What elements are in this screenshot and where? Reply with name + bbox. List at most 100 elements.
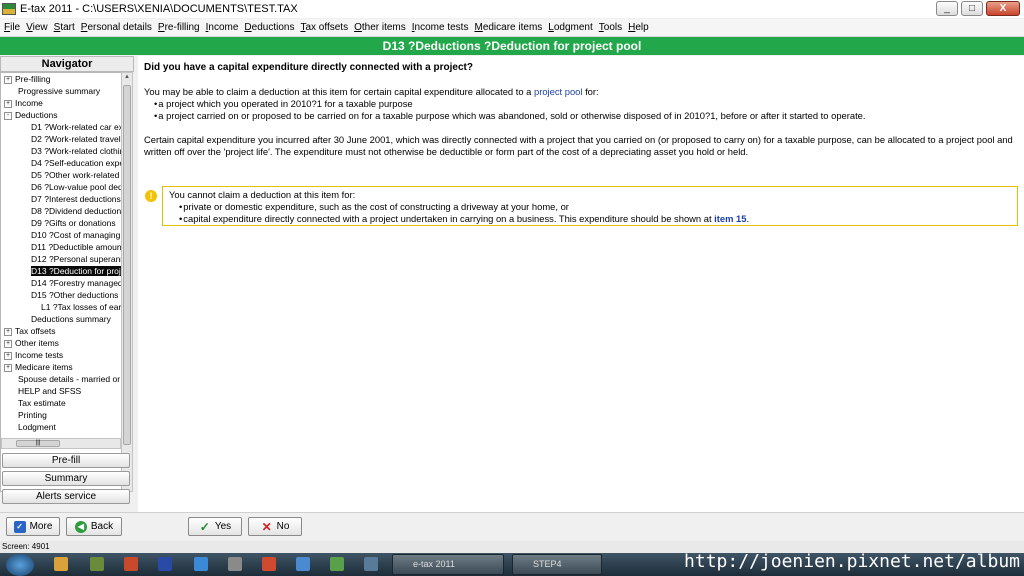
back-button[interactable]: ◀ Back bbox=[66, 517, 122, 536]
yes-label: Yes bbox=[214, 521, 232, 532]
navigator-item-label: L1 ?Tax losses of earlier bbox=[41, 302, 121, 312]
scroll-up-icon[interactable]: ▲ bbox=[122, 74, 132, 84]
navigator-vertical-scrollbar[interactable]: ▲ ▼ bbox=[121, 72, 133, 492]
alerts-service-button[interactable]: Alerts service bbox=[2, 489, 130, 504]
maximize-button[interactable]: □ bbox=[961, 1, 983, 16]
expand-icon[interactable]: + bbox=[4, 351, 12, 360]
app-window: E-tax 2011 - C:\USERS\XENIA\DOCUMENTS\TE… bbox=[0, 0, 1024, 553]
menu-lodgment[interactable]: Lodgment bbox=[548, 22, 592, 33]
navigator-item[interactable]: L1 ?Tax losses of earlier bbox=[1, 301, 121, 313]
navigator-item[interactable]: D2 ?Work-related travel expenses bbox=[1, 133, 121, 145]
app-icon[interactable] bbox=[158, 557, 172, 571]
navigator-item[interactable]: + Income bbox=[1, 97, 121, 109]
navigator-item-label: D2 ?Work-related travel expenses bbox=[31, 134, 121, 144]
navigator-item[interactable]: - Deductions bbox=[1, 109, 121, 121]
menu-help[interactable]: Help bbox=[628, 22, 649, 33]
navigator-item[interactable]: D13 ?Deduction for project pool bbox=[1, 265, 121, 277]
menu-medicare-items[interactable]: Medicare items bbox=[474, 22, 542, 33]
expand-icon[interactable]: + bbox=[4, 363, 12, 372]
navigator-item[interactable]: Progressive summary bbox=[1, 85, 121, 97]
navigator-item-label: D11 ?Deductible amount of bbox=[31, 242, 121, 252]
folder-icon[interactable] bbox=[54, 557, 68, 571]
item-15-link[interactable]: item 15 bbox=[714, 213, 746, 224]
navigator-item[interactable]: D15 ?Other deductions bbox=[1, 289, 121, 301]
more-button[interactable]: ✓ More bbox=[6, 517, 60, 536]
question-heading: Did you have a capital expenditure direc… bbox=[144, 62, 473, 73]
navigator-item[interactable]: D12 ?Personal superannuation bbox=[1, 253, 121, 265]
hscroll-thumb[interactable]: ||| bbox=[16, 440, 60, 447]
navigator-item-label: Lodgment bbox=[18, 422, 56, 432]
navigator-item[interactable]: D7 ?Interest deductions bbox=[1, 193, 121, 205]
no-button[interactable]: ✕ No bbox=[248, 517, 302, 536]
navigator-item[interactable]: D3 ?Work-related clothing bbox=[1, 145, 121, 157]
app-icon[interactable] bbox=[228, 557, 242, 571]
navigator-item[interactable]: D6 ?Low-value pool deduction bbox=[1, 181, 121, 193]
intro-paragraph: You may be able to claim a deduction at … bbox=[144, 86, 1018, 98]
navigator-item[interactable]: D5 ?Other work-related expenses bbox=[1, 169, 121, 181]
navigator-item[interactable]: D10 ?Cost of managing tax affairs bbox=[1, 229, 121, 241]
intro-bullet: a project which you operated in 2010?1 f… bbox=[144, 98, 1018, 110]
navigator-item-label: D7 ?Interest deductions bbox=[31, 194, 121, 204]
taskbar-task-step4[interactable]: STEP4 bbox=[512, 554, 602, 575]
navigator-item[interactable]: Tax estimate bbox=[1, 397, 121, 409]
navigator-item[interactable]: D1 ?Work-related car expenses bbox=[1, 121, 121, 133]
menu-deductions[interactable]: Deductions bbox=[244, 22, 294, 33]
navigator-item[interactable]: D14 ?Forestry managed investment bbox=[1, 277, 121, 289]
navigator-item-label: Pre-filling bbox=[15, 74, 51, 84]
menu-start[interactable]: Start bbox=[54, 22, 75, 33]
menu-personal-details[interactable]: Personal details bbox=[81, 22, 152, 33]
start-button-icon[interactable] bbox=[6, 554, 34, 576]
navigator-item[interactable]: + Medicare items bbox=[1, 361, 121, 373]
navigator-item[interactable]: Lodgment bbox=[1, 421, 121, 433]
navigator-item[interactable]: Printing bbox=[1, 409, 121, 421]
expand-icon[interactable]: + bbox=[4, 327, 12, 336]
media-icon[interactable] bbox=[124, 557, 138, 571]
navigator-item-label: D5 ?Other work-related expenses bbox=[31, 170, 121, 180]
menu-tax-offsets[interactable]: Tax offsets bbox=[300, 22, 348, 33]
navigator-item[interactable]: HELP and SFSS bbox=[1, 385, 121, 397]
yes-button[interactable]: ✓ Yes bbox=[188, 517, 242, 536]
navigator-item[interactable]: D11 ?Deductible amount of bbox=[1, 241, 121, 253]
navigator-panel: Navigator + Pre-filling Progressive summar… bbox=[0, 56, 134, 512]
navigator-item-label: D8 ?Dividend deductions bbox=[31, 206, 121, 216]
navigator-item-label: D13 ?Deduction for project pool bbox=[31, 266, 121, 276]
navigator-item[interactable]: D9 ?Gifts or donations bbox=[1, 217, 121, 229]
expand-icon[interactable]: + bbox=[4, 99, 12, 108]
navigator-item[interactable]: + Other items bbox=[1, 337, 121, 349]
navigator-item[interactable]: D4 ?Self-education expenses bbox=[1, 157, 121, 169]
chrome-icon[interactable] bbox=[262, 557, 276, 571]
expand-icon[interactable]: + bbox=[4, 75, 12, 84]
scroll-thumb[interactable] bbox=[123, 85, 131, 445]
back-arrow-icon: ◀ bbox=[74, 520, 87, 533]
project-pool-link[interactable]: project pool bbox=[534, 86, 582, 97]
taskbar-task-etax[interactable]: e-tax 2011 bbox=[392, 554, 504, 575]
navigator-horizontal-scrollbar[interactable]: ||| bbox=[1, 438, 121, 449]
navigator-item[interactable]: + Pre-filling bbox=[1, 73, 121, 85]
close-button[interactable]: X bbox=[986, 1, 1020, 16]
navigator-item[interactable]: Deductions summary bbox=[1, 313, 121, 325]
navigator-item[interactable]: + Income tests bbox=[1, 349, 121, 361]
menu-other-items[interactable]: Other items bbox=[354, 22, 406, 33]
navigator-item-label: D9 ?Gifts or donations bbox=[31, 218, 116, 228]
app-icon[interactable] bbox=[90, 557, 104, 571]
menu-income[interactable]: Income bbox=[206, 22, 239, 33]
minimize-button[interactable]: _ bbox=[936, 1, 958, 16]
menu-income-tests[interactable]: Income tests bbox=[412, 22, 469, 33]
expand-icon[interactable]: + bbox=[4, 339, 12, 348]
menu-pre-filling[interactable]: Pre-filling bbox=[158, 22, 200, 33]
collapse-icon[interactable]: - bbox=[4, 111, 12, 120]
app-icon[interactable] bbox=[364, 557, 378, 571]
pre-fill-button[interactable]: Pre-fill bbox=[2, 453, 130, 468]
no-label: No bbox=[276, 521, 290, 532]
navigator-item[interactable]: Spouse details - married or de facto bbox=[1, 373, 121, 385]
skype-icon[interactable] bbox=[194, 557, 208, 571]
bottom-button-bar: ✓ More ◀ Back ✓ Yes ✕ No bbox=[0, 512, 1024, 541]
menu-file[interactable]: File bbox=[4, 22, 20, 33]
app-icon[interactable] bbox=[330, 557, 344, 571]
navigator-item[interactable]: + Tax offsets bbox=[1, 325, 121, 337]
summary-button[interactable]: Summary bbox=[2, 471, 130, 486]
app-icon[interactable] bbox=[296, 557, 310, 571]
menu-tools[interactable]: Tools bbox=[599, 22, 622, 33]
menu-view[interactable]: View bbox=[26, 22, 48, 33]
navigator-item[interactable]: D8 ?Dividend deductions bbox=[1, 205, 121, 217]
